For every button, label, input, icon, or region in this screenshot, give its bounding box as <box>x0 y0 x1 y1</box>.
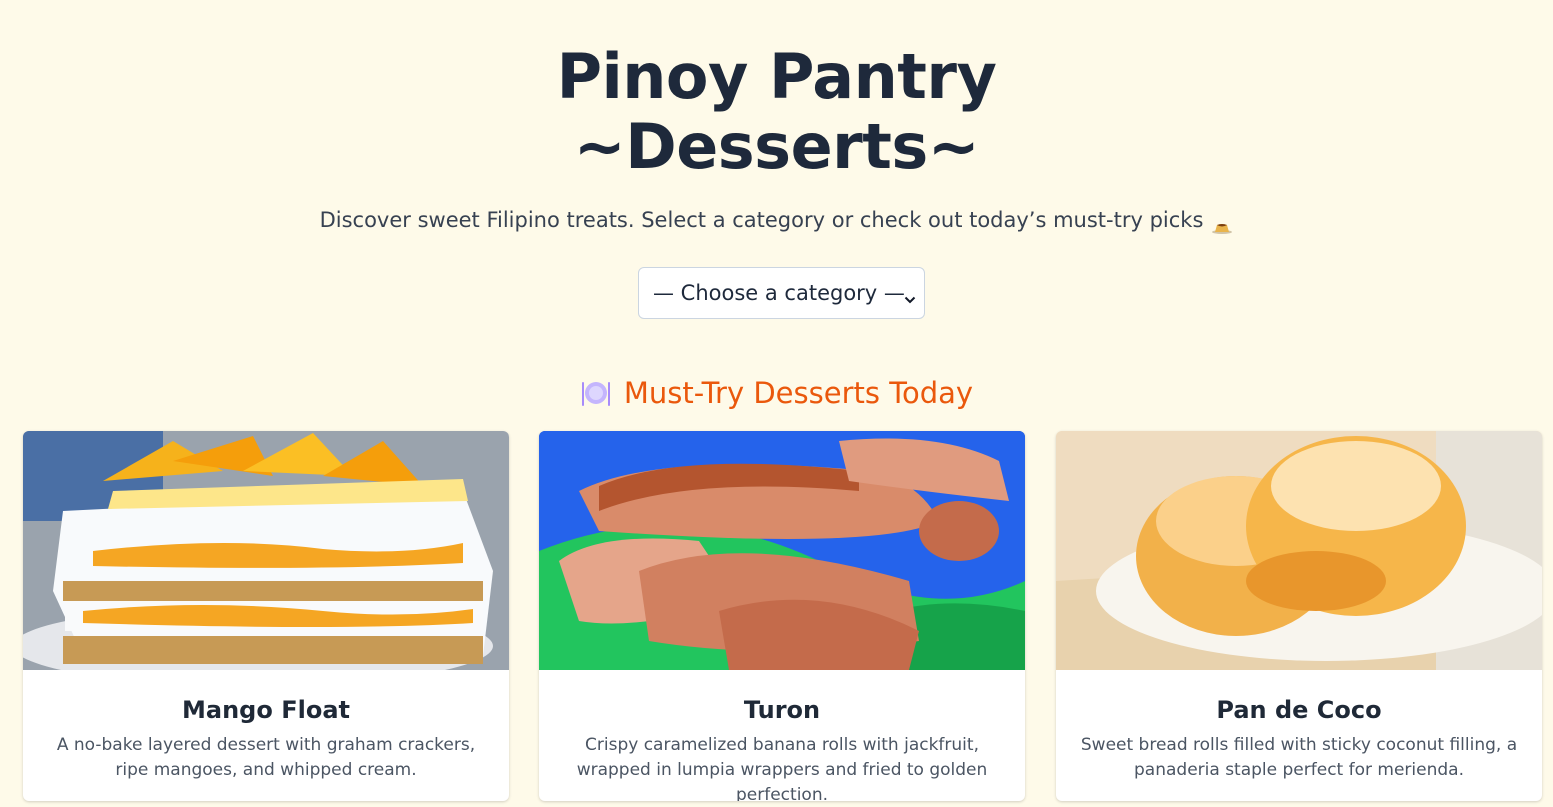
page-title-line1: Pinoy Pantry <box>556 40 997 113</box>
card-description: Crispy caramelized banana rolls with jac… <box>576 735 988 801</box>
card-title: Mango Float <box>182 696 350 724</box>
page-title-line2: ~Desserts~ <box>573 110 980 183</box>
subtitle-text: Discover sweet Filipino treats. Select a… <box>319 208 1204 232</box>
section-title-text: Must-Try Desserts Today <box>623 376 974 410</box>
dessert-card-pan-de-coco[interactable]: Pan de Coco Sweet bread rolls filled wit… <box>1056 431 1542 801</box>
page-title: Pinoy Pantry ~Desserts~ <box>0 42 1553 182</box>
card-description: A no-bake layered dessert with graham cr… <box>56 735 476 780</box>
turon-image <box>539 431 1025 670</box>
plate-icon <box>580 376 612 408</box>
category-select-value: — Choose a category — <box>653 281 905 305</box>
category-select[interactable]: — Choose a category — <box>638 267 925 319</box>
mango-float-image <box>23 431 509 670</box>
card-title: Pan de Coco <box>1216 696 1382 724</box>
flan-icon <box>1211 213 1233 234</box>
pan-de-coco-image <box>1056 431 1542 670</box>
page-subtitle: Discover sweet Filipino treats. Select a… <box>0 206 1553 234</box>
section-title: Must-Try Desserts Today <box>0 374 1553 412</box>
card-description: Sweet bread rolls filled with sticky coc… <box>1080 735 1518 780</box>
card-title: Turon <box>743 696 821 724</box>
chevron-down-icon <box>904 286 916 310</box>
dessert-card-mango-float[interactable]: Mango Float A no-bake layered dessert wi… <box>23 431 509 801</box>
dessert-card-turon[interactable]: Turon Crispy caramelized banana rolls wi… <box>539 431 1025 801</box>
